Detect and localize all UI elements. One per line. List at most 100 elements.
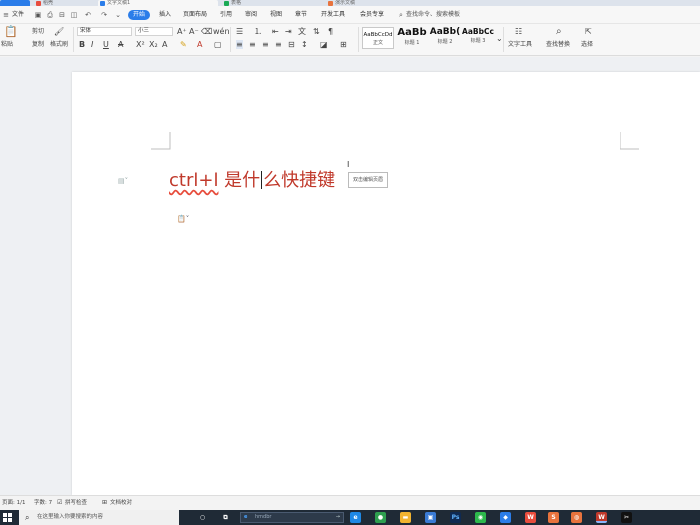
sort-icon[interactable]: ⇅ — [313, 27, 320, 36]
print-icon[interactable]: ⊟ — [58, 11, 66, 19]
proofread-label[interactable]: 文档校对 — [110, 499, 132, 507]
word-count[interactable]: 字数: 7 — [34, 499, 52, 507]
style-normal[interactable]: AaBbCcDd 正文 — [362, 27, 394, 49]
select-icon[interactable]: ⇱ — [585, 27, 592, 36]
copy-button[interactable]: 复制 — [32, 41, 44, 49]
wechat-icon[interactable]: ◉ — [475, 512, 486, 523]
grow-font-icon[interactable]: A⁺ — [177, 27, 187, 36]
text-tools-button[interactable]: 文字工具 — [508, 41, 532, 49]
customize-dropdown-icon[interactable]: ⌄ — [114, 11, 122, 19]
style-heading-3-preview: AaBbCc — [462, 27, 494, 36]
align-left-icon[interactable]: ≡ — [236, 40, 243, 49]
address-bar-arrow-icon[interactable]: → — [336, 513, 340, 522]
borders-icon[interactable]: ⊞ — [340, 40, 347, 49]
subscript-icon[interactable]: X₂ — [149, 40, 158, 49]
find-replace-icon[interactable]: ⌕ — [556, 27, 562, 37]
print-preview-icon[interactable]: ◫ — [70, 11, 78, 19]
cut-button[interactable]: 剪切 — [32, 28, 44, 36]
find-replace-button[interactable]: 查找替换 — [546, 41, 570, 49]
italic-icon[interactable]: I — [91, 40, 93, 49]
text-effect-icon[interactable]: A — [162, 40, 167, 49]
proofread-checkbox-icon[interactable]: ⊞ — [102, 499, 107, 507]
page-count[interactable]: 页面: 1/1 — [2, 499, 25, 507]
document-heading[interactable]: ctrl+l 是什 么快捷键 — [169, 170, 335, 192]
paste-button[interactable]: 粘贴 — [1, 41, 13, 49]
wps-writer-icon[interactable]: W — [596, 512, 607, 523]
style-heading-2[interactable]: AaBb( 标题 2 — [429, 27, 461, 49]
format-painter-icon[interactable]: 🖌 — [54, 27, 64, 36]
undo-icon[interactable]: ↶ — [84, 11, 92, 19]
bold-icon[interactable]: B — [79, 40, 85, 49]
command-search-input[interactable]: 查找命令、搜索模板 — [406, 10, 460, 20]
file-explorer-icon[interactable]: ▬ — [400, 512, 411, 523]
paste-options-icon[interactable]: 📋˅ — [177, 215, 189, 223]
tab-insert[interactable]: 插入 — [159, 10, 171, 20]
windows-start-icon[interactable] — [3, 513, 13, 523]
store-icon[interactable]: ▣ — [425, 512, 436, 523]
tab-page-layout[interactable]: 页面布局 — [183, 10, 207, 20]
hamburger-icon[interactable]: ≡ — [2, 11, 10, 19]
task-view-icon[interactable]: ⧉ — [220, 512, 231, 523]
show-marks-icon[interactable]: ¶ — [328, 27, 333, 36]
justify-icon[interactable]: ≡ — [275, 40, 282, 49]
highlight-icon[interactable]: ✎ — [180, 40, 187, 49]
firefox-icon[interactable]: ◍ — [571, 512, 582, 523]
cortana-icon[interactable]: ○ — [197, 512, 208, 523]
strikethrough-icon[interactable]: A — [118, 40, 123, 49]
tab-references[interactable]: 引用 — [220, 10, 232, 20]
tab-start[interactable]: 开始 — [128, 10, 151, 20]
bullet-list-icon[interactable]: ☰ — [236, 27, 243, 36]
edge-icon[interactable]: e — [350, 512, 361, 523]
redo-icon[interactable]: ↷ — [100, 11, 108, 19]
align-right-icon[interactable]: ≡ — [262, 40, 269, 49]
styles-more-icon[interactable]: ⌄ — [496, 34, 503, 43]
char-border-icon[interactable]: ▢ — [214, 40, 222, 49]
superscript-icon[interactable]: X² — [136, 40, 145, 49]
style-heading-1[interactable]: AaBb 标题 1 — [396, 27, 428, 49]
wps-spreadsheet-icon[interactable]: S — [548, 512, 559, 523]
paste-icon[interactable]: 📋 — [4, 26, 18, 37]
taskbar-search-input[interactable]: ⌕ 在这里输入你要搜索的内容 — [19, 510, 179, 525]
numbered-list-icon[interactable]: ⒈ — [254, 27, 262, 36]
capcut-icon[interactable]: ✂ — [621, 512, 632, 523]
distributed-icon[interactable]: ⊟ — [288, 40, 295, 49]
wps-icon[interactable]: W — [525, 512, 536, 523]
tab-view[interactable]: 视图 — [270, 10, 282, 20]
increase-indent-icon[interactable]: ⇥ — [285, 27, 292, 36]
clear-format-icon[interactable]: ⌫ — [201, 27, 212, 36]
tab-chapter[interactable]: 章节 — [295, 10, 307, 20]
font-size-select[interactable]: 小三 — [135, 27, 173, 36]
format-painter-button[interactable]: 格式刷 — [50, 41, 68, 49]
shading-icon[interactable]: ◪ — [320, 40, 328, 49]
align-center-icon[interactable]: ≡ — [249, 40, 256, 49]
line-spacing-icon[interactable]: ↕ — [301, 40, 308, 49]
style-heading-1-caption: 标题 1 — [404, 40, 420, 46]
paint-icon[interactable]: ◆ — [500, 512, 511, 523]
decrease-indent-icon[interactable]: ⇤ — [272, 27, 279, 36]
document-workspace: ▤˅ ctrl+l 是什 么快捷键 I 双击编辑页眉 📋˅ — [0, 57, 700, 495]
address-bar-input[interactable]: e hmdbr → — [240, 512, 344, 523]
chrome-icon[interactable]: ● — [375, 512, 386, 523]
status-bar: 页面: 1/1 字数: 7 ☑ 拼写检查 ⊞ 文档校对 — [0, 495, 700, 510]
text-tools-icon[interactable]: ☷ — [515, 27, 522, 36]
shrink-font-icon[interactable]: A⁻ — [189, 27, 199, 36]
tab-member[interactable]: 会员专享 — [360, 10, 384, 20]
spellcheck-label[interactable]: 拼写检查 — [65, 499, 87, 507]
paragraph-handle-icon[interactable]: ▤˅ — [118, 177, 128, 185]
photoshop-icon[interactable]: Ps — [450, 512, 461, 523]
chinese-layout-icon[interactable]: 文 — [298, 27, 306, 36]
file-menu[interactable]: 文件 — [12, 10, 24, 20]
phonetic-guide-icon[interactable]: wén — [213, 27, 230, 36]
select-button[interactable]: 选择 — [581, 41, 593, 49]
font-name-select[interactable]: 宋体 — [77, 27, 132, 36]
style-normal-preview: AaBbCcDd — [363, 32, 393, 38]
style-heading-3[interactable]: AaBbCc 标题 3 — [462, 27, 494, 49]
output-pdf-icon[interactable]: ⎙ — [46, 11, 54, 19]
document-page[interactable]: ▤˅ ctrl+l 是什 么快捷键 I 双击编辑页眉 📋˅ — [72, 72, 700, 495]
spellcheck-checkbox-icon[interactable]: ☑ — [57, 499, 62, 507]
save-icon[interactable]: ▣ — [34, 11, 42, 19]
font-color-icon[interactable]: A — [197, 40, 202, 49]
underline-icon[interactable]: U — [103, 40, 109, 49]
tab-developer[interactable]: 开发工具 — [321, 10, 345, 20]
tab-review[interactable]: 审阅 — [245, 10, 257, 20]
